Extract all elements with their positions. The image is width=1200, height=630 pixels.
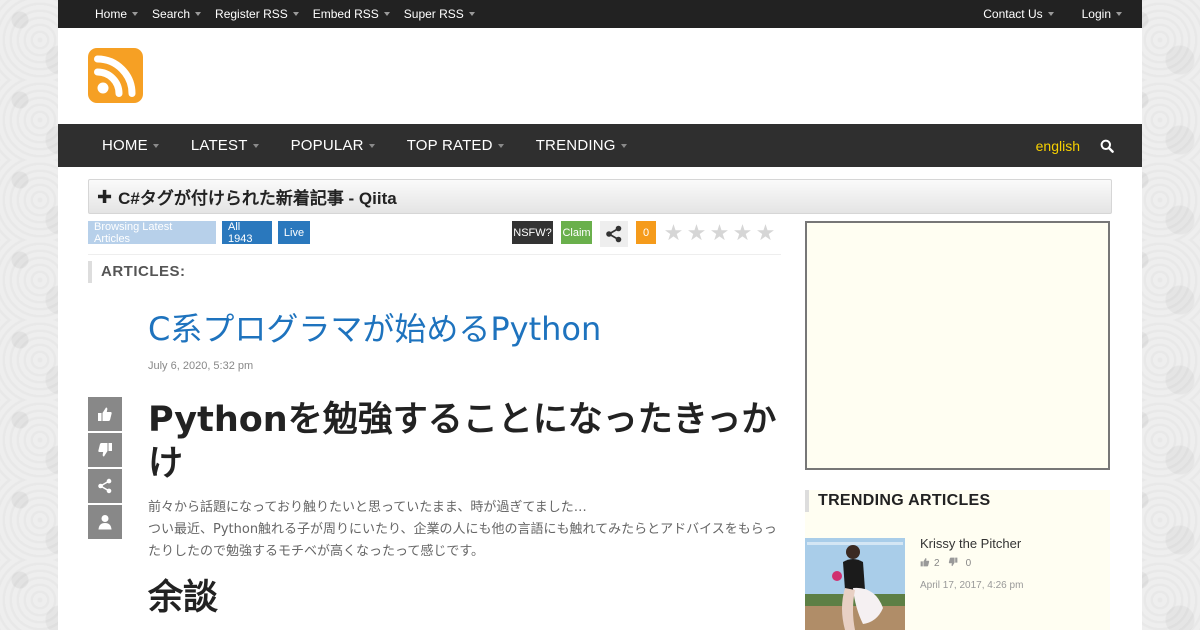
main-nav-label: TOP RATED (406, 137, 493, 154)
star-icon[interactable]: ★ (662, 222, 685, 244)
top-nav-embed-rss[interactable]: Embed RSS (313, 7, 390, 21)
thumbs-up-icon[interactable] (920, 557, 930, 570)
thumbs-down-icon[interactable] (88, 433, 122, 467)
article-paragraph: 前々から話題になっており触りたいと思っていたまま、時が過ぎてました… (148, 500, 587, 515)
stats-row: Browsing Latest Articles All 1943 Live N… (88, 221, 781, 255)
article-heading: Pythonを勉強することになったきっかけ (148, 400, 777, 484)
nsfw-button[interactable]: NSFW? (512, 221, 553, 244)
main-nav-label: TRENDING (535, 137, 616, 154)
claim-button[interactable]: Claim (561, 221, 592, 244)
caret-down-icon (1116, 12, 1122, 16)
top-nav-home[interactable]: Home (95, 7, 139, 21)
main-nav-home[interactable]: HOME (102, 137, 159, 154)
article-body: 前々から話題になっており触りたいと思っていたまま、時が過ぎてました… つい最近、… (148, 497, 778, 563)
caret-down-icon (152, 143, 159, 148)
top-nav-label: Embed RSS (312, 7, 379, 21)
top-nav-label: Login (1081, 7, 1111, 21)
top-nav-label: Super RSS (403, 7, 464, 21)
live-badge[interactable]: Live (278, 221, 310, 244)
trending-item-title[interactable]: Krissy the Pitcher (920, 536, 1021, 551)
article-paragraph: つい最近、Python触れる子が周りにいたり、企業の人にも他の言語にも触れてみた… (148, 522, 777, 559)
dislike-count: 0 (965, 558, 972, 569)
main-nav-label: HOME (102, 137, 148, 154)
caret-down-icon (620, 143, 627, 148)
search-icon[interactable] (1100, 139, 1114, 153)
trending-item-votes: 2 0 (920, 557, 971, 570)
main-nav-popular[interactable]: POPULAR (291, 137, 375, 154)
main-nav-top-rated[interactable]: TOP RATED (407, 137, 504, 154)
star-icon[interactable]: ★ (685, 222, 708, 244)
caret-down-icon (368, 143, 375, 148)
like-count: 2 (934, 558, 940, 569)
all-count-badge[interactable]: All 1943 (222, 221, 272, 245)
rss-logo-icon[interactable] (88, 48, 143, 103)
top-nav-label: Register RSS (215, 7, 288, 21)
caret-down-icon (497, 143, 504, 148)
caret-down-icon (292, 12, 299, 16)
star-icon[interactable]: ★ (754, 222, 777, 244)
feed-title-bar: ✚ C#タグが付けられた新着記事 - Qiita (88, 179, 1112, 214)
language-selector[interactable]: english (1036, 138, 1080, 154)
articles-heading: ARTICLES: (88, 261, 186, 283)
star-icon[interactable]: ★ (731, 222, 754, 244)
trending-heading: TRENDING ARTICLES (805, 490, 991, 512)
top-nav-login[interactable]: Login (1082, 7, 1122, 21)
main-nav-right: english (1036, 138, 1114, 154)
page-wrapper: Home Search Register RSS Embed RSS Super… (58, 0, 1142, 630)
caret-down-icon (252, 143, 259, 148)
thumbs-down-icon[interactable] (948, 557, 958, 570)
caret-down-icon (468, 12, 475, 16)
share-icon[interactable] (600, 221, 628, 247)
caret-down-icon (195, 12, 202, 16)
top-bar-right: Contact Us Login (955, 7, 1122, 21)
top-nav-register-rss[interactable]: Register RSS (215, 7, 299, 21)
top-bar: Home Search Register RSS Embed RSS Super… (58, 0, 1142, 28)
main-nav-label: LATEST (190, 137, 248, 154)
top-nav-contact-us[interactable]: Contact Us (983, 7, 1054, 21)
top-nav-label: Home (95, 7, 128, 21)
main-nav-trending[interactable]: TRENDING (536, 137, 627, 154)
main-nav-latest[interactable]: LATEST (191, 137, 259, 154)
logo-area (58, 28, 1142, 124)
top-nav-search[interactable]: Search (152, 7, 202, 21)
caret-down-icon (383, 12, 390, 16)
trending-section: TRENDING ARTICLES Krissy the Pitcher 2 0… (805, 490, 1110, 630)
trending-item-date: April 17, 2017, 4:26 pm (920, 580, 1024, 591)
browsing-latest-badge[interactable]: Browsing Latest Articles (88, 221, 216, 245)
article-date: July 6, 2020, 5:32 pm (148, 360, 254, 372)
feed-title: C#タグが付けられた新着記事 - Qiita (118, 189, 397, 208)
user-icon[interactable] (88, 505, 122, 539)
main-nav-label: POPULAR (290, 137, 364, 154)
main-nav: HOME LATEST POPULAR TOP RATED TRENDING e… (58, 124, 1142, 167)
main-nav-items: HOME LATEST POPULAR TOP RATED TRENDING (102, 137, 659, 154)
top-bar-left: Home Search Register RSS Embed RSS Super… (95, 7, 489, 21)
ad-placeholder (805, 221, 1110, 470)
star-rating[interactable]: ★ ★ ★ ★ ★ (662, 222, 777, 244)
top-nav-label: Contact Us (983, 7, 1043, 21)
caret-down-icon (132, 12, 139, 16)
vote-count-badge: 0 (636, 221, 656, 244)
trending-thumbnail[interactable] (805, 538, 905, 630)
share-icon[interactable] (88, 469, 122, 503)
article-title-link[interactable]: C系プログラマが始めるPython (148, 310, 601, 348)
vote-column (88, 397, 122, 541)
star-icon[interactable]: ★ (708, 222, 731, 244)
article-subheading: 余談 (148, 578, 219, 618)
caret-down-icon (1047, 12, 1054, 16)
top-nav-super-rss[interactable]: Super RSS (404, 7, 475, 21)
top-nav-label: Search (152, 7, 191, 21)
plus-icon[interactable]: ✚ (97, 188, 112, 206)
thumbs-up-icon[interactable] (88, 397, 122, 431)
